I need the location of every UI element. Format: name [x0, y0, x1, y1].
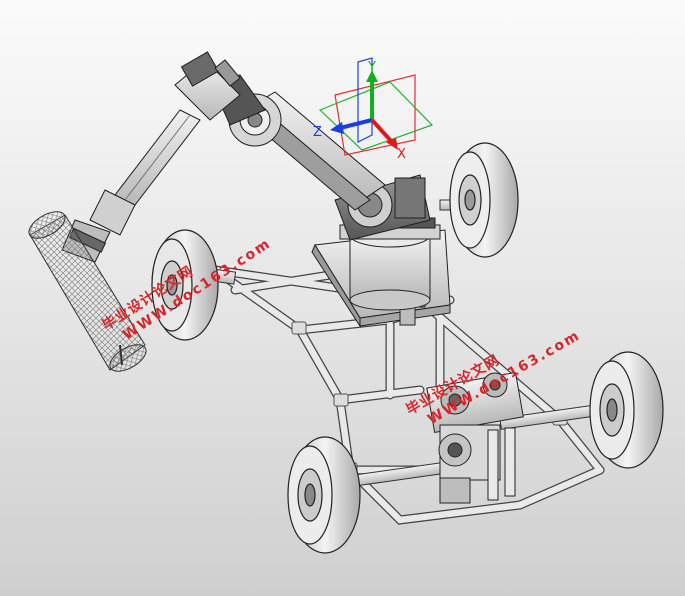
wheel-rear-right	[589, 351, 664, 469]
robot-vehicle-model[interactable]: Y Z X	[0, 0, 685, 596]
wheel-rear-left	[287, 436, 361, 554]
x-axis-label: X	[397, 147, 406, 162]
x-axis-arrow	[370, 118, 394, 144]
y-axis-label: Y	[367, 60, 376, 75]
z-axis-label: Z	[313, 125, 322, 140]
cad-viewport[interactable]: Y Z X 毕业设计论文网 WWW.doc163.com 毕业设计论文网 WWW…	[0, 0, 685, 596]
z-axis-arrow	[339, 118, 373, 130]
wheel-front-right	[449, 142, 519, 258]
